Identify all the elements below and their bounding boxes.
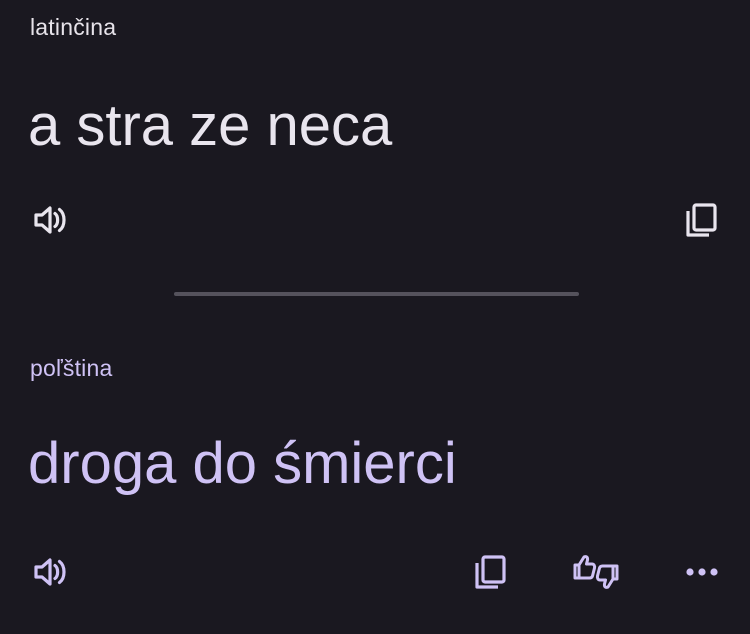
- more-icon: [682, 552, 722, 592]
- divider: [174, 292, 579, 296]
- more-options-button[interactable]: [674, 544, 730, 600]
- source-text[interactable]: a stra ze neca: [28, 92, 392, 159]
- target-copy-button[interactable]: [462, 544, 518, 600]
- target-language-label: poľština: [30, 355, 113, 381]
- source-copy-button[interactable]: [673, 192, 729, 248]
- copy-icon: [681, 200, 721, 240]
- source-listen-button[interactable]: [22, 192, 78, 248]
- volume-icon: [30, 200, 70, 240]
- rate-translation-button[interactable]: [568, 544, 624, 600]
- translation-screen: latinčina a stra ze neca poľština droga …: [0, 0, 750, 634]
- translated-text[interactable]: droga do śmierci: [28, 430, 457, 497]
- target-listen-button[interactable]: [22, 544, 78, 600]
- thumbs-feedback-icon: [570, 552, 622, 592]
- volume-icon: [30, 552, 70, 592]
- source-language-label: latinčina: [30, 14, 117, 40]
- copy-icon: [470, 552, 510, 592]
